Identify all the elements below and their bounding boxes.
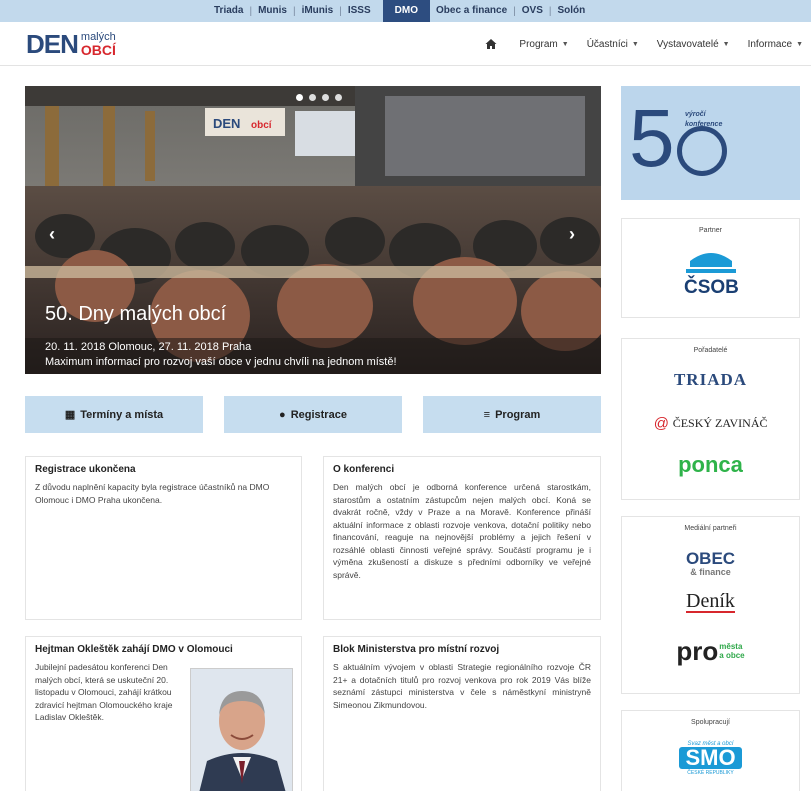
box-title: O konferenci — [333, 464, 395, 475]
main-navbar: DEN malých OBCÍ Program ▼ Účastníci ▼ Vyst… — [0, 22, 811, 66]
slider-dot[interactable] — [335, 94, 342, 101]
ponca-logo[interactable]: ponca — [622, 451, 799, 479]
menu-item-informace[interactable]: Informace ▼ — [748, 39, 803, 50]
hejtman-photo — [190, 668, 293, 791]
cooperation-panel: Spolupracují Svaz měst a obcí SMO ČESKÉ … — [621, 710, 800, 791]
top-network-bar: Triada | Munis | iMunis | ISSS DMO Obec … — [0, 0, 811, 22]
svg-text:obcí: obcí — [251, 120, 273, 131]
menu-item-ucastnici[interactable]: Účastníci ▼ — [587, 39, 639, 50]
triada-logo[interactable]: TRIADA — [622, 367, 799, 393]
box-title: Blok Ministerstva pro místní rozvoj — [333, 644, 500, 655]
network-link-dmo[interactable]: DMO — [382, 0, 430, 22]
svg-text:ČSOB: ČSOB — [684, 276, 739, 298]
box-title: Registrace ukončena — [35, 464, 136, 475]
network-link-obec-a-finance[interactable]: Obec a finance — [430, 0, 513, 22]
denik-logo[interactable]: Deník — [622, 589, 799, 615]
box-text: Jubilejní padesátou konferenci Den malýc… — [35, 662, 173, 722]
network-link-solon[interactable]: Solón — [551, 0, 591, 22]
network-link-munis[interactable]: Munis — [252, 0, 293, 22]
panel-label: Partner — [699, 227, 722, 234]
box-text: Den malých obcí je odborná konference ur… — [333, 482, 591, 580]
svg-text:DEN: DEN — [213, 116, 240, 131]
chevron-down-icon: ▼ — [631, 40, 639, 48]
box-text: S aktuálním vývojem v oblasti Strategie … — [333, 662, 591, 710]
panel-label: Pořadatelé — [693, 347, 728, 354]
calendar-icon: ▦ — [64, 409, 76, 421]
chevron-down-icon: ▼ — [561, 40, 569, 48]
slider-dot[interactable] — [296, 94, 303, 101]
slider-title: 50. Dny malých obcí — [45, 303, 227, 325]
chevron-left-icon[interactable]: ‹ — [49, 224, 55, 245]
anniversary-text: výročí konference — [685, 111, 723, 128]
registration-closed-box: Registrace ukončena Z důvodu naplnění ka… — [25, 456, 302, 620]
logo-den: DEN — [26, 29, 79, 59]
chevron-down-icon: ▼ — [722, 40, 730, 48]
media-partners-panel: Mediální partneři OBEC & finance Deník p… — [621, 516, 800, 694]
slider-dot[interactable] — [322, 94, 329, 101]
ministry-block-box: Blok Ministerstva pro místní rozvoj S ak… — [323, 636, 601, 791]
slider-dates: 20. 11. 2018 Olomouc, 27. 11. 2018 Praha — [45, 341, 252, 353]
panel-label: Mediální partneři — [684, 525, 737, 532]
main-menu: Program ▼ Účastníci ▼ Vystavovatelé ▼ Infor… — [485, 22, 803, 66]
logo-line2: OBCÍ — [80, 42, 116, 58]
cesky-zavinac-logo[interactable]: @ ČESKÝ ZAVINÁČ — [622, 413, 799, 433]
pro-mesta-a-obce-logo[interactable]: pro města a obce — [622, 629, 799, 673]
box-title: Hejtman Okleštěk zahájí DMO v Olomouci — [35, 644, 233, 655]
home-icon[interactable] — [485, 38, 497, 50]
chevron-right-icon[interactable]: › — [569, 224, 575, 245]
partner-panel: Partner ČSOB — [621, 218, 800, 318]
about-conference-box: O konferenci Den malých obcí je odborná … — [323, 456, 601, 620]
hejtman-news-box: Hejtman Okleštěk zahájí DMO v Olomouci J… — [25, 636, 302, 791]
slider-dots — [293, 94, 345, 101]
network-link-isss[interactable]: ISSS — [342, 0, 377, 22]
obec-finance-logo[interactable]: OBEC & finance — [622, 545, 799, 581]
anniversary-zero-ring — [677, 126, 727, 176]
box-text: Z důvodu naplnění kapacity byla registra… — [35, 482, 270, 505]
slider-dot[interactable] — [309, 94, 316, 101]
program-button[interactable]: ≡ Program — [423, 396, 601, 433]
network-link-triada[interactable]: Triada — [208, 0, 249, 22]
at-sign-icon: @ — [653, 414, 669, 432]
menu-item-program[interactable]: Program ▼ — [519, 39, 568, 50]
chevron-down-icon: ▼ — [796, 40, 803, 48]
hero-slider: DEN obcí ‹ › 50. Dny malých obcí 20. 11.… — [25, 86, 601, 374]
site-logo[interactable]: DEN malých OBCÍ — [26, 30, 116, 58]
user-icon: ● — [279, 408, 286, 421]
anniversary-banner[interactable]: 5 výročí konference — [621, 86, 800, 200]
slider-tagline: Maximum informací pro rozvoj vaší obce v… — [45, 356, 397, 368]
organizers-panel: Pořadatelé TRIADA @ ČESKÝ ZAVINÁČ ponca — [621, 338, 800, 500]
csob-logo[interactable]: ČSOB — [622, 247, 799, 299]
registration-button[interactable]: ● Registrace — [224, 396, 402, 433]
network-link-imunis[interactable]: iMunis — [296, 0, 340, 22]
network-link-ovs[interactable]: OVS — [516, 0, 549, 22]
anniversary-number: 5 — [629, 93, 675, 184]
panel-label: Spolupracují — [691, 719, 730, 726]
list-icon: ≡ — [483, 408, 491, 421]
smo-logo[interactable]: Svaz měst a obcí SMO ČESKÉ REPUBLIKY — [622, 733, 799, 783]
slider-caption: 50. Dny malých obcí 20. 11. 2018 Olomouc… — [25, 303, 601, 374]
network-links: Triada | Munis | iMunis | ISSS DMO Obec … — [208, 0, 591, 22]
terms-button[interactable]: ▦ Termíny a místa — [25, 396, 203, 433]
menu-item-vystavovatele[interactable]: Vystavovatelé ▼ — [657, 39, 730, 50]
